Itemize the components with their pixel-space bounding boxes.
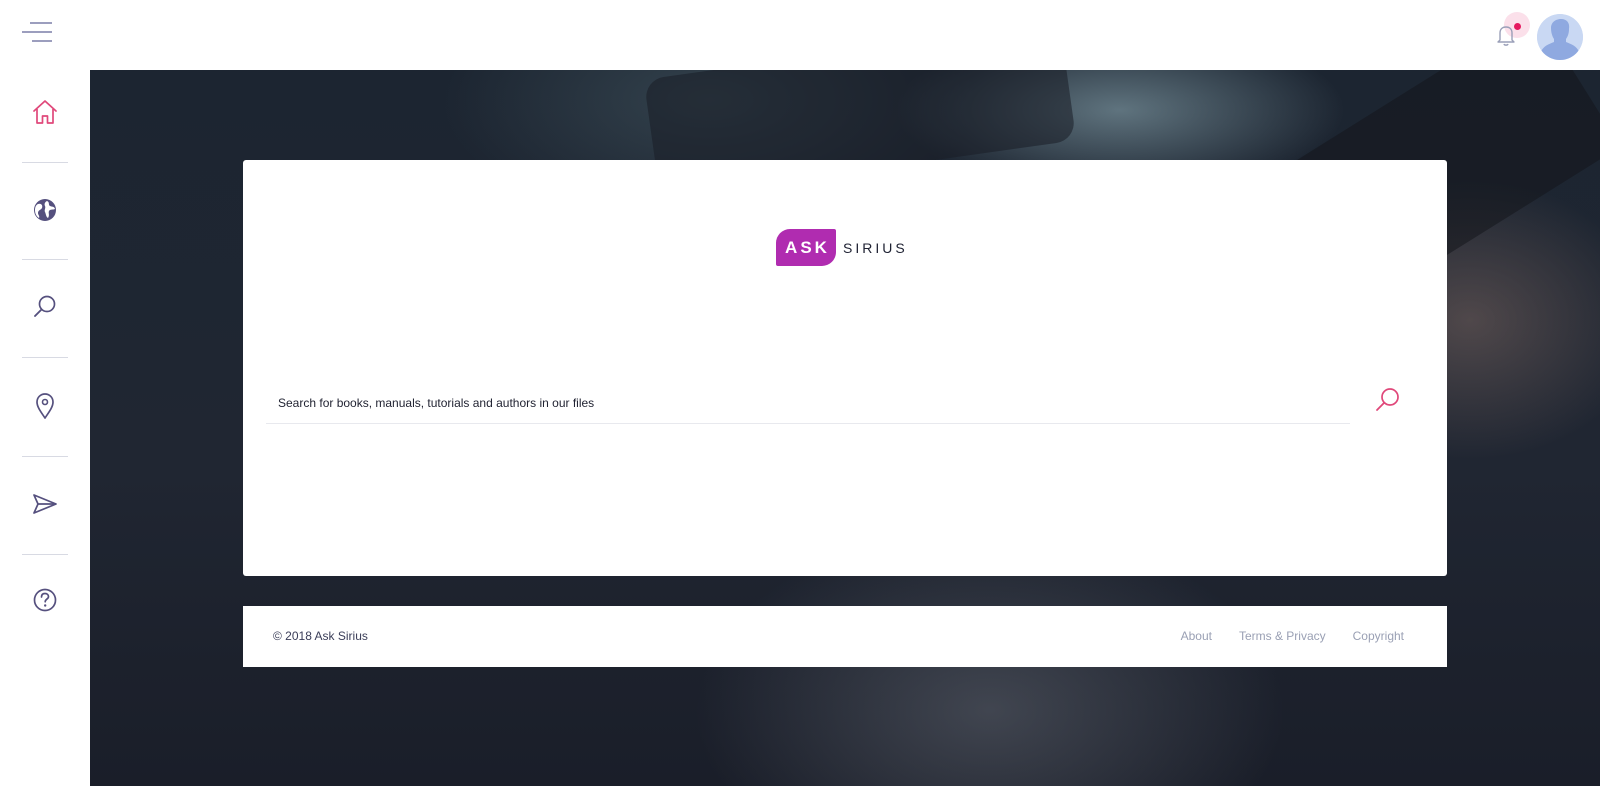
sidebar-divider [22,162,68,163]
map-pin-icon [34,392,56,425]
send-icon [31,492,59,521]
sidebar-item-globe[interactable] [22,189,68,235]
footer-link-about[interactable]: About [1181,629,1212,643]
search-icon [1374,386,1402,419]
home-icon [31,99,59,130]
sidebar [0,70,90,786]
footer-link-copyright[interactable]: Copyright [1353,629,1404,643]
notification-dot [1514,23,1521,30]
sidebar-divider [22,357,68,358]
sidebar-divider [22,259,68,260]
search-icon [32,294,58,325]
sidebar-item-home[interactable] [22,91,68,137]
globe-icon [33,198,57,227]
help-icon [32,587,58,618]
search-submit-button[interactable] [1373,387,1403,417]
logo-ask-badge: ASK [776,229,836,266]
sidebar-divider [22,554,68,555]
hamburger-menu-icon[interactable] [20,20,54,46]
copyright-text: © 2018 Ask Sirius [273,629,368,643]
sidebar-item-send[interactable] [22,483,68,529]
sidebar-divider [22,456,68,457]
user-avatar[interactable] [1537,14,1583,60]
sidebar-item-location[interactable] [22,385,68,431]
footer-link-terms-privacy[interactable]: Terms & Privacy [1239,629,1326,643]
search-input[interactable] [266,382,1350,424]
search-card: ASK SIRIUS [243,160,1447,576]
footer-links: About Terms & Privacy Copyright [1181,629,1404,643]
sidebar-item-help[interactable] [22,579,68,625]
sidebar-item-search[interactable] [22,286,68,332]
ask-sirius-logo[interactable]: ASK SIRIUS [776,229,908,266]
top-bar [0,0,1600,70]
footer: © 2018 Ask Sirius About Terms & Privacy … [243,606,1447,667]
logo-sirius-text: SIRIUS [843,239,908,256]
